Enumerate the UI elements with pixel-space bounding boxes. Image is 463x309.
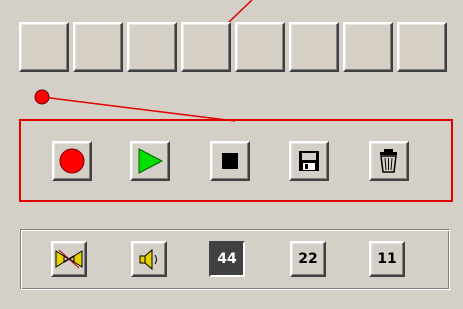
speakers-icon <box>55 249 83 269</box>
pad-button-1[interactable] <box>19 22 69 72</box>
save-button[interactable] <box>289 141 329 181</box>
rate-44-button[interactable]: 44 <box>209 241 245 277</box>
pad-button-7[interactable] <box>343 22 393 72</box>
pad-button-3[interactable] <box>127 22 177 72</box>
pad-button-5[interactable] <box>235 22 285 72</box>
record-icon <box>59 148 85 174</box>
play-button[interactable] <box>130 141 170 181</box>
floppy-disk-icon <box>299 151 319 171</box>
stop-button[interactable] <box>210 141 250 181</box>
rate-22-button[interactable]: 22 <box>290 241 326 277</box>
rate-11-button[interactable]: 11 <box>369 241 405 277</box>
pad-button-6[interactable] <box>289 22 339 72</box>
speaker-icon <box>139 248 157 271</box>
play-icon <box>138 148 164 174</box>
stop-icon <box>222 153 238 169</box>
pad-button-2[interactable] <box>73 22 123 72</box>
rate-11-label: 11 <box>377 251 397 267</box>
rate-22-label: 22 <box>298 251 318 267</box>
rate-44-label: 44 <box>217 251 237 267</box>
record-button[interactable] <box>52 141 92 181</box>
mixer-button[interactable] <box>51 241 87 277</box>
pad-button-4[interactable] <box>181 22 231 72</box>
trash-can-icon <box>380 149 397 173</box>
annotation-dot <box>34 89 50 105</box>
delete-button[interactable] <box>369 141 409 181</box>
annotation-callout-line <box>41 96 236 122</box>
volume-button[interactable] <box>131 241 167 277</box>
pad-button-8[interactable] <box>397 22 447 72</box>
recorder-window: { "pad_bank": { "pads": ["pad-1","pad-2"… <box>0 0 463 309</box>
